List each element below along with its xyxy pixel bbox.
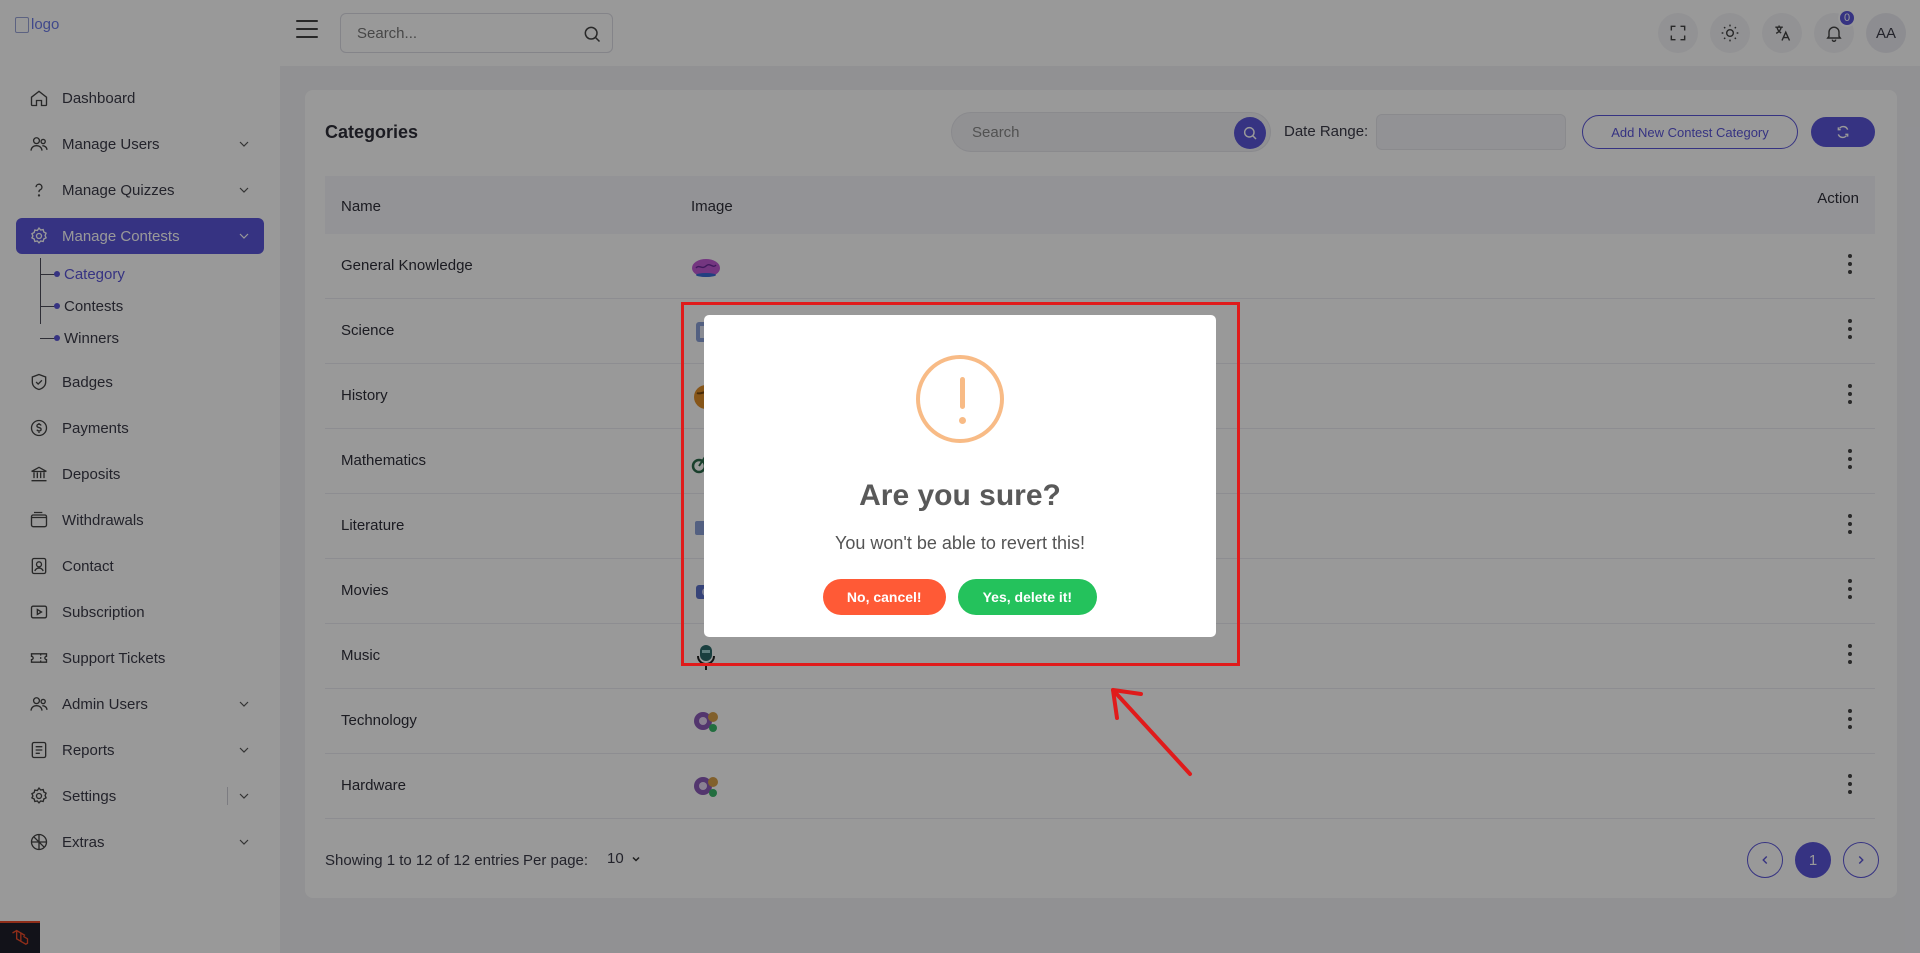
- dialog-actions: No, cancel! Yes, delete it!: [704, 579, 1216, 615]
- cancel-button[interactable]: No, cancel!: [822, 579, 946, 615]
- confirm-dialog: Are you sure? You won't be able to rever…: [704, 315, 1216, 637]
- dialog-message: You won't be able to revert this!: [835, 533, 1085, 553]
- confirm-delete-button[interactable]: Yes, delete it!: [957, 579, 1098, 615]
- warning-icon: [916, 355, 1004, 443]
- dialog-title: Are you sure?: [859, 479, 1061, 512]
- annotation-arrow-icon: [1111, 688, 1192, 776]
